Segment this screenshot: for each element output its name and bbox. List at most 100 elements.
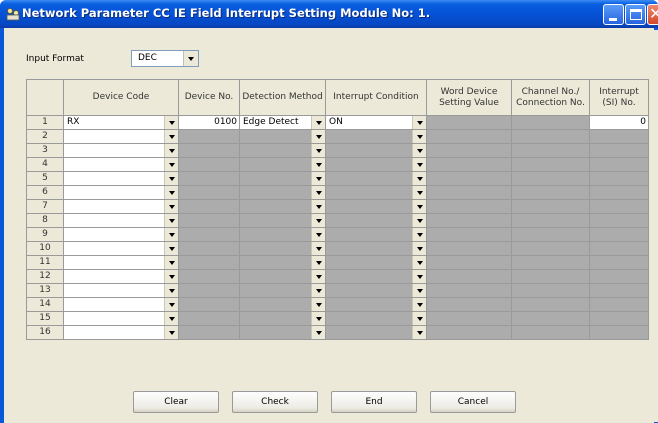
chevron-down-icon[interactable] xyxy=(412,172,426,185)
chevron-down-icon[interactable] xyxy=(311,186,325,199)
chevron-down-icon[interactable] xyxy=(412,158,426,171)
detection-method-cell[interactable] xyxy=(239,255,326,270)
chevron-down-icon[interactable] xyxy=(164,270,178,283)
detection-method-cell[interactable] xyxy=(239,283,326,298)
chevron-down-icon[interactable] xyxy=(311,298,325,311)
chevron-down-icon[interactable] xyxy=(311,312,325,325)
chevron-down-icon[interactable] xyxy=(412,256,426,269)
detection-method-cell[interactable] xyxy=(239,129,326,144)
chevron-down-icon[interactable] xyxy=(311,158,325,171)
chevron-down-icon[interactable] xyxy=(164,158,178,171)
detection-method-cell[interactable] xyxy=(239,171,326,186)
chevron-down-icon[interactable] xyxy=(311,228,325,241)
chevron-down-icon[interactable] xyxy=(412,144,426,157)
detection-method-cell[interactable]: Edge Detect xyxy=(239,115,326,130)
detection-method-cell[interactable] xyxy=(239,185,326,200)
detection-method-cell[interactable] xyxy=(239,143,326,158)
detection-method-cell[interactable] xyxy=(239,241,326,256)
interrupt-condition-cell[interactable] xyxy=(325,129,427,144)
chevron-down-icon[interactable] xyxy=(164,144,178,157)
minimize-button[interactable] xyxy=(603,4,624,25)
chevron-down-icon[interactable] xyxy=(164,228,178,241)
chevron-down-icon[interactable] xyxy=(412,242,426,255)
chevron-down-icon[interactable] xyxy=(412,186,426,199)
chevron-down-icon[interactable] xyxy=(311,214,325,227)
interrupt-condition-cell[interactable]: ON xyxy=(325,115,427,130)
device-code-cell[interactable] xyxy=(63,255,179,270)
detection-method-cell[interactable] xyxy=(239,227,326,242)
chevron-down-icon[interactable] xyxy=(412,270,426,283)
chevron-down-icon[interactable] xyxy=(164,312,178,325)
detection-method-cell[interactable] xyxy=(239,325,326,340)
chevron-down-icon[interactable] xyxy=(164,284,178,297)
chevron-down-icon[interactable] xyxy=(164,256,178,269)
chevron-down-icon[interactable] xyxy=(164,116,178,129)
device-code-cell[interactable] xyxy=(63,213,179,228)
chevron-down-icon[interactable] xyxy=(311,326,325,339)
device-no-cell[interactable]: 0100 xyxy=(178,115,240,130)
chevron-down-icon[interactable] xyxy=(164,130,178,143)
interrupt-condition-cell[interactable] xyxy=(325,297,427,312)
device-code-cell[interactable] xyxy=(63,283,179,298)
interrupt-condition-cell[interactable] xyxy=(325,311,427,326)
chevron-down-icon[interactable] xyxy=(412,298,426,311)
device-code-cell[interactable] xyxy=(63,241,179,256)
chevron-down-icon[interactable] xyxy=(412,130,426,143)
clear-button[interactable]: Clear xyxy=(133,391,219,413)
chevron-down-icon[interactable] xyxy=(412,116,426,129)
chevron-down-icon[interactable] xyxy=(412,312,426,325)
device-code-cell[interactable] xyxy=(63,311,179,326)
chevron-down-icon[interactable] xyxy=(164,186,178,199)
detection-method-cell[interactable] xyxy=(239,297,326,312)
chevron-down-icon[interactable] xyxy=(412,214,426,227)
interrupt-condition-cell[interactable] xyxy=(325,255,427,270)
device-code-cell[interactable] xyxy=(63,199,179,214)
device-code-cell[interactable] xyxy=(63,171,179,186)
chevron-down-icon[interactable] xyxy=(412,200,426,213)
input-format-select[interactable]: DEC xyxy=(131,50,199,67)
chevron-down-icon[interactable] xyxy=(164,214,178,227)
interrupt-condition-cell[interactable] xyxy=(325,325,427,340)
chevron-down-icon[interactable] xyxy=(164,172,178,185)
interrupt-condition-cell[interactable] xyxy=(325,227,427,242)
detection-method-cell[interactable] xyxy=(239,199,326,214)
device-code-cell[interactable] xyxy=(63,269,179,284)
chevron-down-icon[interactable] xyxy=(412,326,426,339)
device-code-cell[interactable] xyxy=(63,129,179,144)
interrupt-condition-cell[interactable] xyxy=(325,269,427,284)
chevron-down-icon[interactable] xyxy=(164,298,178,311)
chevron-down-icon[interactable] xyxy=(164,242,178,255)
device-code-cell[interactable] xyxy=(63,157,179,172)
chevron-down-icon[interactable] xyxy=(311,172,325,185)
interrupt-condition-cell[interactable] xyxy=(325,143,427,158)
detection-method-cell[interactable] xyxy=(239,311,326,326)
device-code-cell[interactable] xyxy=(63,185,179,200)
interrupt-condition-cell[interactable] xyxy=(325,241,427,256)
maximize-button[interactable] xyxy=(625,4,646,25)
interrupt-si-cell[interactable]: 0 xyxy=(589,115,649,130)
device-code-cell[interactable] xyxy=(63,143,179,158)
detection-method-cell[interactable] xyxy=(239,157,326,172)
device-code-cell[interactable] xyxy=(63,297,179,312)
chevron-down-icon[interactable] xyxy=(311,242,325,255)
interrupt-condition-cell[interactable] xyxy=(325,171,427,186)
chevron-down-icon[interactable] xyxy=(164,200,178,213)
close-button[interactable]: ✕ xyxy=(647,4,658,25)
detection-method-cell[interactable] xyxy=(239,213,326,228)
interrupt-condition-cell[interactable] xyxy=(325,213,427,228)
chevron-down-icon[interactable] xyxy=(311,116,325,129)
device-code-cell[interactable] xyxy=(63,325,179,340)
chevron-down-icon[interactable] xyxy=(311,284,325,297)
chevron-down-icon[interactable] xyxy=(311,144,325,157)
chevron-down-icon[interactable] xyxy=(311,256,325,269)
interrupt-condition-cell[interactable] xyxy=(325,157,427,172)
check-button[interactable]: Check xyxy=(232,391,318,413)
device-code-cell[interactable]: RX xyxy=(63,115,179,130)
chevron-down-icon[interactable] xyxy=(183,51,198,66)
chevron-down-icon[interactable] xyxy=(164,326,178,339)
chevron-down-icon[interactable] xyxy=(311,270,325,283)
chevron-down-icon[interactable] xyxy=(311,200,325,213)
chevron-down-icon[interactable] xyxy=(311,130,325,143)
end-button[interactable]: End xyxy=(331,391,417,413)
cancel-button[interactable]: Cancel xyxy=(430,391,516,413)
